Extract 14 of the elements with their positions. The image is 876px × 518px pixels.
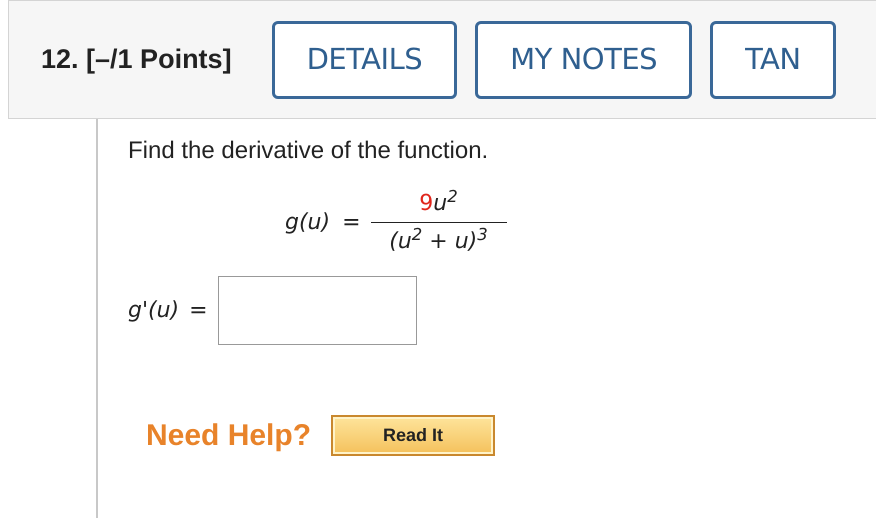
need-help-label: Need Help? bbox=[146, 418, 312, 454]
answer-input-field[interactable] bbox=[218, 276, 417, 345]
denominator: (u$^{2}$ + u)$^{3}$ bbox=[389, 224, 488, 256]
header-button[interactable]: DETAILS bbox=[272, 20, 458, 98]
numerator: 9u$^{2}$ bbox=[419, 187, 458, 218]
answer-label: g'(u) bbox=[128, 297, 180, 325]
header-button[interactable]: MY NOTES bbox=[475, 20, 692, 98]
equals-sign: = bbox=[342, 209, 361, 237]
equals-sign: = bbox=[189, 297, 208, 325]
function-name: g(u) bbox=[285, 209, 330, 237]
header-button[interactable]: TAN bbox=[710, 20, 836, 98]
question-prompt: Find the derivative of the function. bbox=[128, 136, 490, 166]
question-number-points: 12. [–/1 Points] bbox=[41, 43, 232, 76]
read-it-button[interactable]: Read It bbox=[331, 415, 496, 456]
